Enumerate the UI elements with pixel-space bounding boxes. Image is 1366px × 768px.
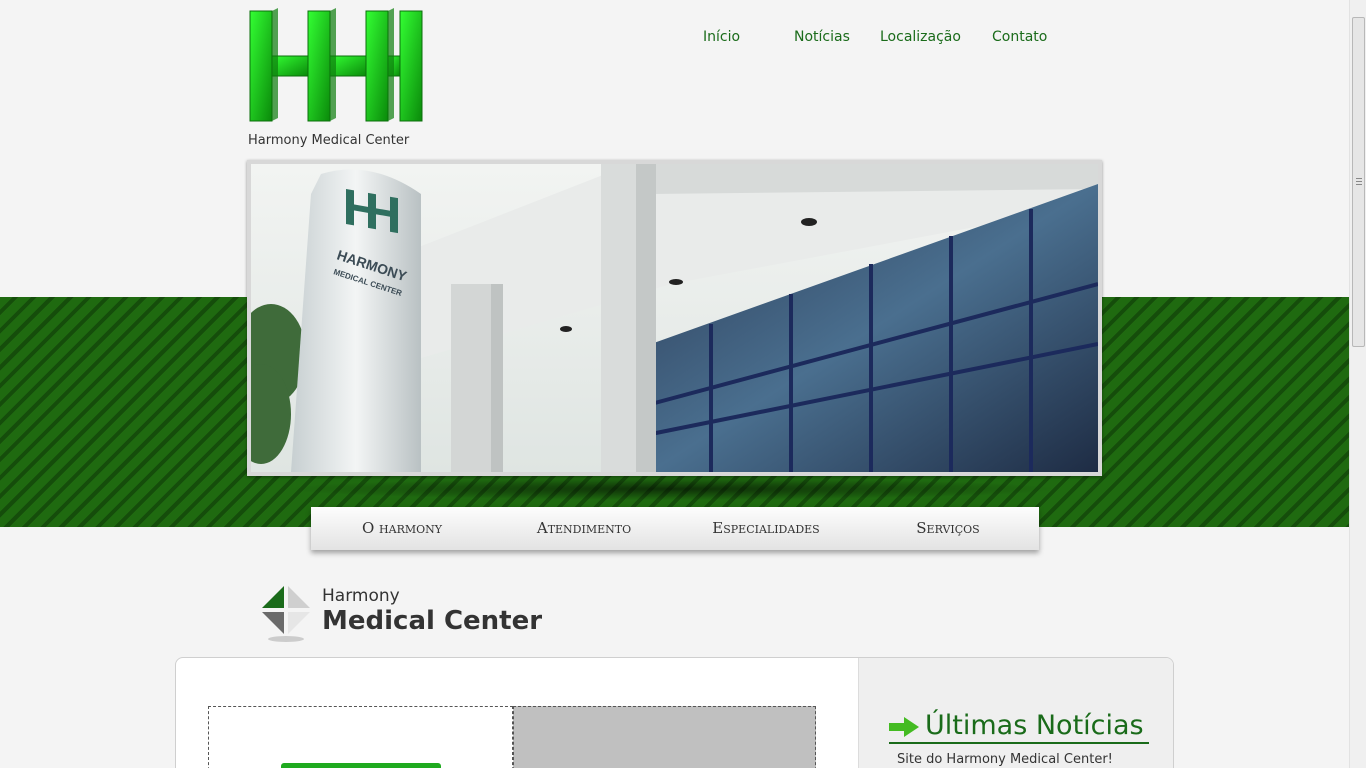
image-slot-right	[513, 706, 816, 768]
content-panel: Últimas Notícias Site do Harmony Medical…	[175, 657, 1174, 768]
hhh-logo-icon	[249, 8, 423, 122]
arrow-right-icon	[889, 717, 919, 737]
news-title: Últimas Notícias	[925, 710, 1144, 741]
menu-o-harmony[interactable]: O harmony	[311, 507, 493, 550]
nav-link-contato[interactable]: Contato	[992, 29, 1047, 45]
logo-caption: Harmony Medical Center	[248, 133, 410, 148]
nav-link-noticias[interactable]: Notícias	[794, 29, 850, 45]
hhh-logo-icon	[281, 763, 441, 768]
scrollbar[interactable]	[1349, 0, 1366, 768]
nav-link-localizacao[interactable]: Localização	[880, 29, 961, 45]
news-heading: Últimas Notícias	[889, 710, 1149, 744]
diamond-icon	[262, 586, 310, 642]
nav-link-inicio[interactable]: Início	[703, 29, 740, 45]
hero-shadow	[282, 478, 1062, 500]
news-sidebar: Últimas Notícias Site do Harmony Medical…	[858, 658, 1173, 768]
scrollbar-thumb[interactable]	[1352, 17, 1365, 347]
section-title-small: Harmony	[322, 586, 400, 606]
menu-servicos[interactable]: Serviços	[857, 507, 1039, 550]
news-item[interactable]: Site do Harmony Medical Center!	[897, 752, 1113, 767]
secondary-menu: O harmony Atendimento Especialidades Ser…	[311, 507, 1039, 550]
hero-building-photo: HARMONY MEDICAL CENTER	[247, 160, 1102, 476]
section-heading: Harmony Medical Center	[262, 584, 662, 646]
top-navigation: Início Notícias Localização Contato	[0, 29, 1366, 49]
section-title-big: Medical Center	[322, 606, 543, 636]
grip-icon	[1356, 178, 1362, 185]
image-slot-left	[208, 706, 513, 768]
menu-atendimento[interactable]: Atendimento	[493, 507, 675, 550]
menu-especialidades[interactable]: Especialidades	[675, 507, 857, 550]
